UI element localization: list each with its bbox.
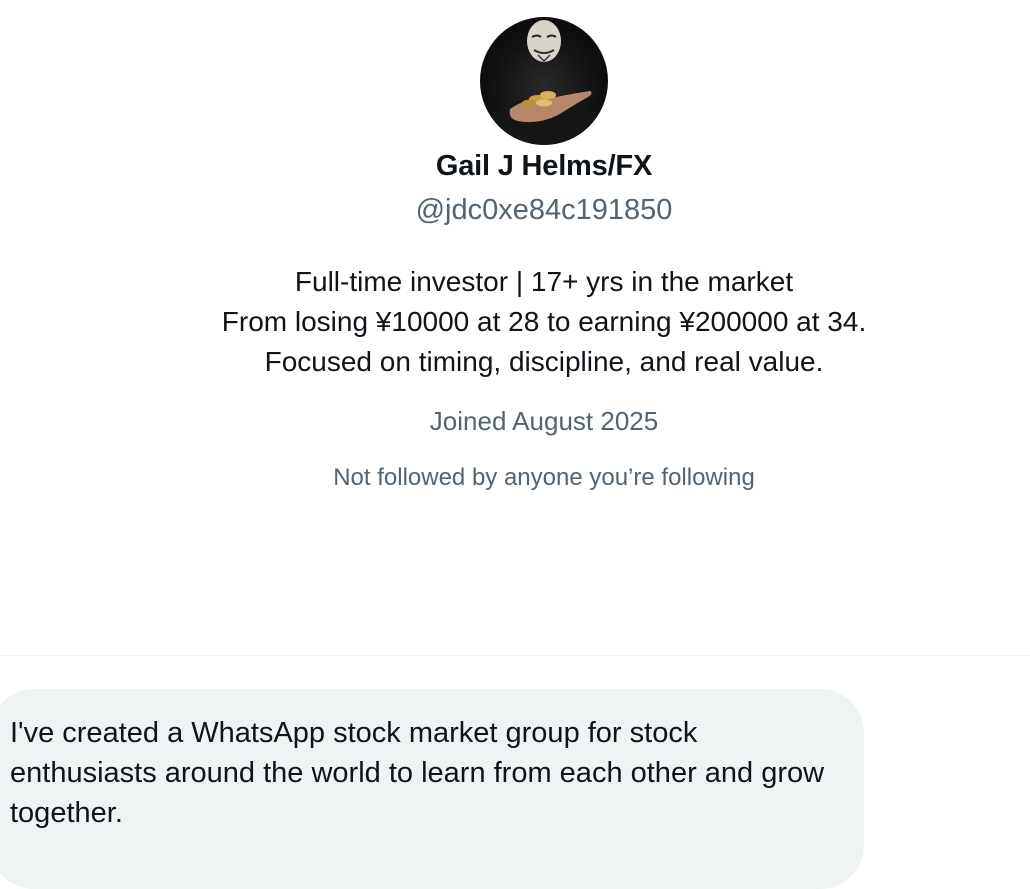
divider [0, 655, 1030, 656]
avatar[interactable] [480, 17, 608, 145]
display-name: Gail J Helms/FX [435, 150, 653, 182]
bio-line: Focused on timing, discipline, and real … [264, 346, 824, 377]
profile-header: Gail J Helms/FX @jdc0xe84c191850 Full-ti… [0, 0, 1030, 655]
followed-by-link[interactable]: Not followed by anyone you’re following [0, 462, 1030, 494]
bio-line: From losing ¥10000 at 28 to earning ¥200… [221, 306, 867, 337]
bio-line: Full-time investor | 17+ yrs in the mark… [294, 266, 794, 297]
joined-date: Joined August 2025 [429, 406, 659, 436]
handle: @jdc0xe84c191850 [415, 194, 673, 226]
bio: Full-time investor | 17+ yrs in the mark… [0, 262, 1030, 382]
message-text: I've created a WhatsApp stock market gro… [10, 717, 825, 829]
masked-figure-with-coins-icon [484, 20, 604, 145]
